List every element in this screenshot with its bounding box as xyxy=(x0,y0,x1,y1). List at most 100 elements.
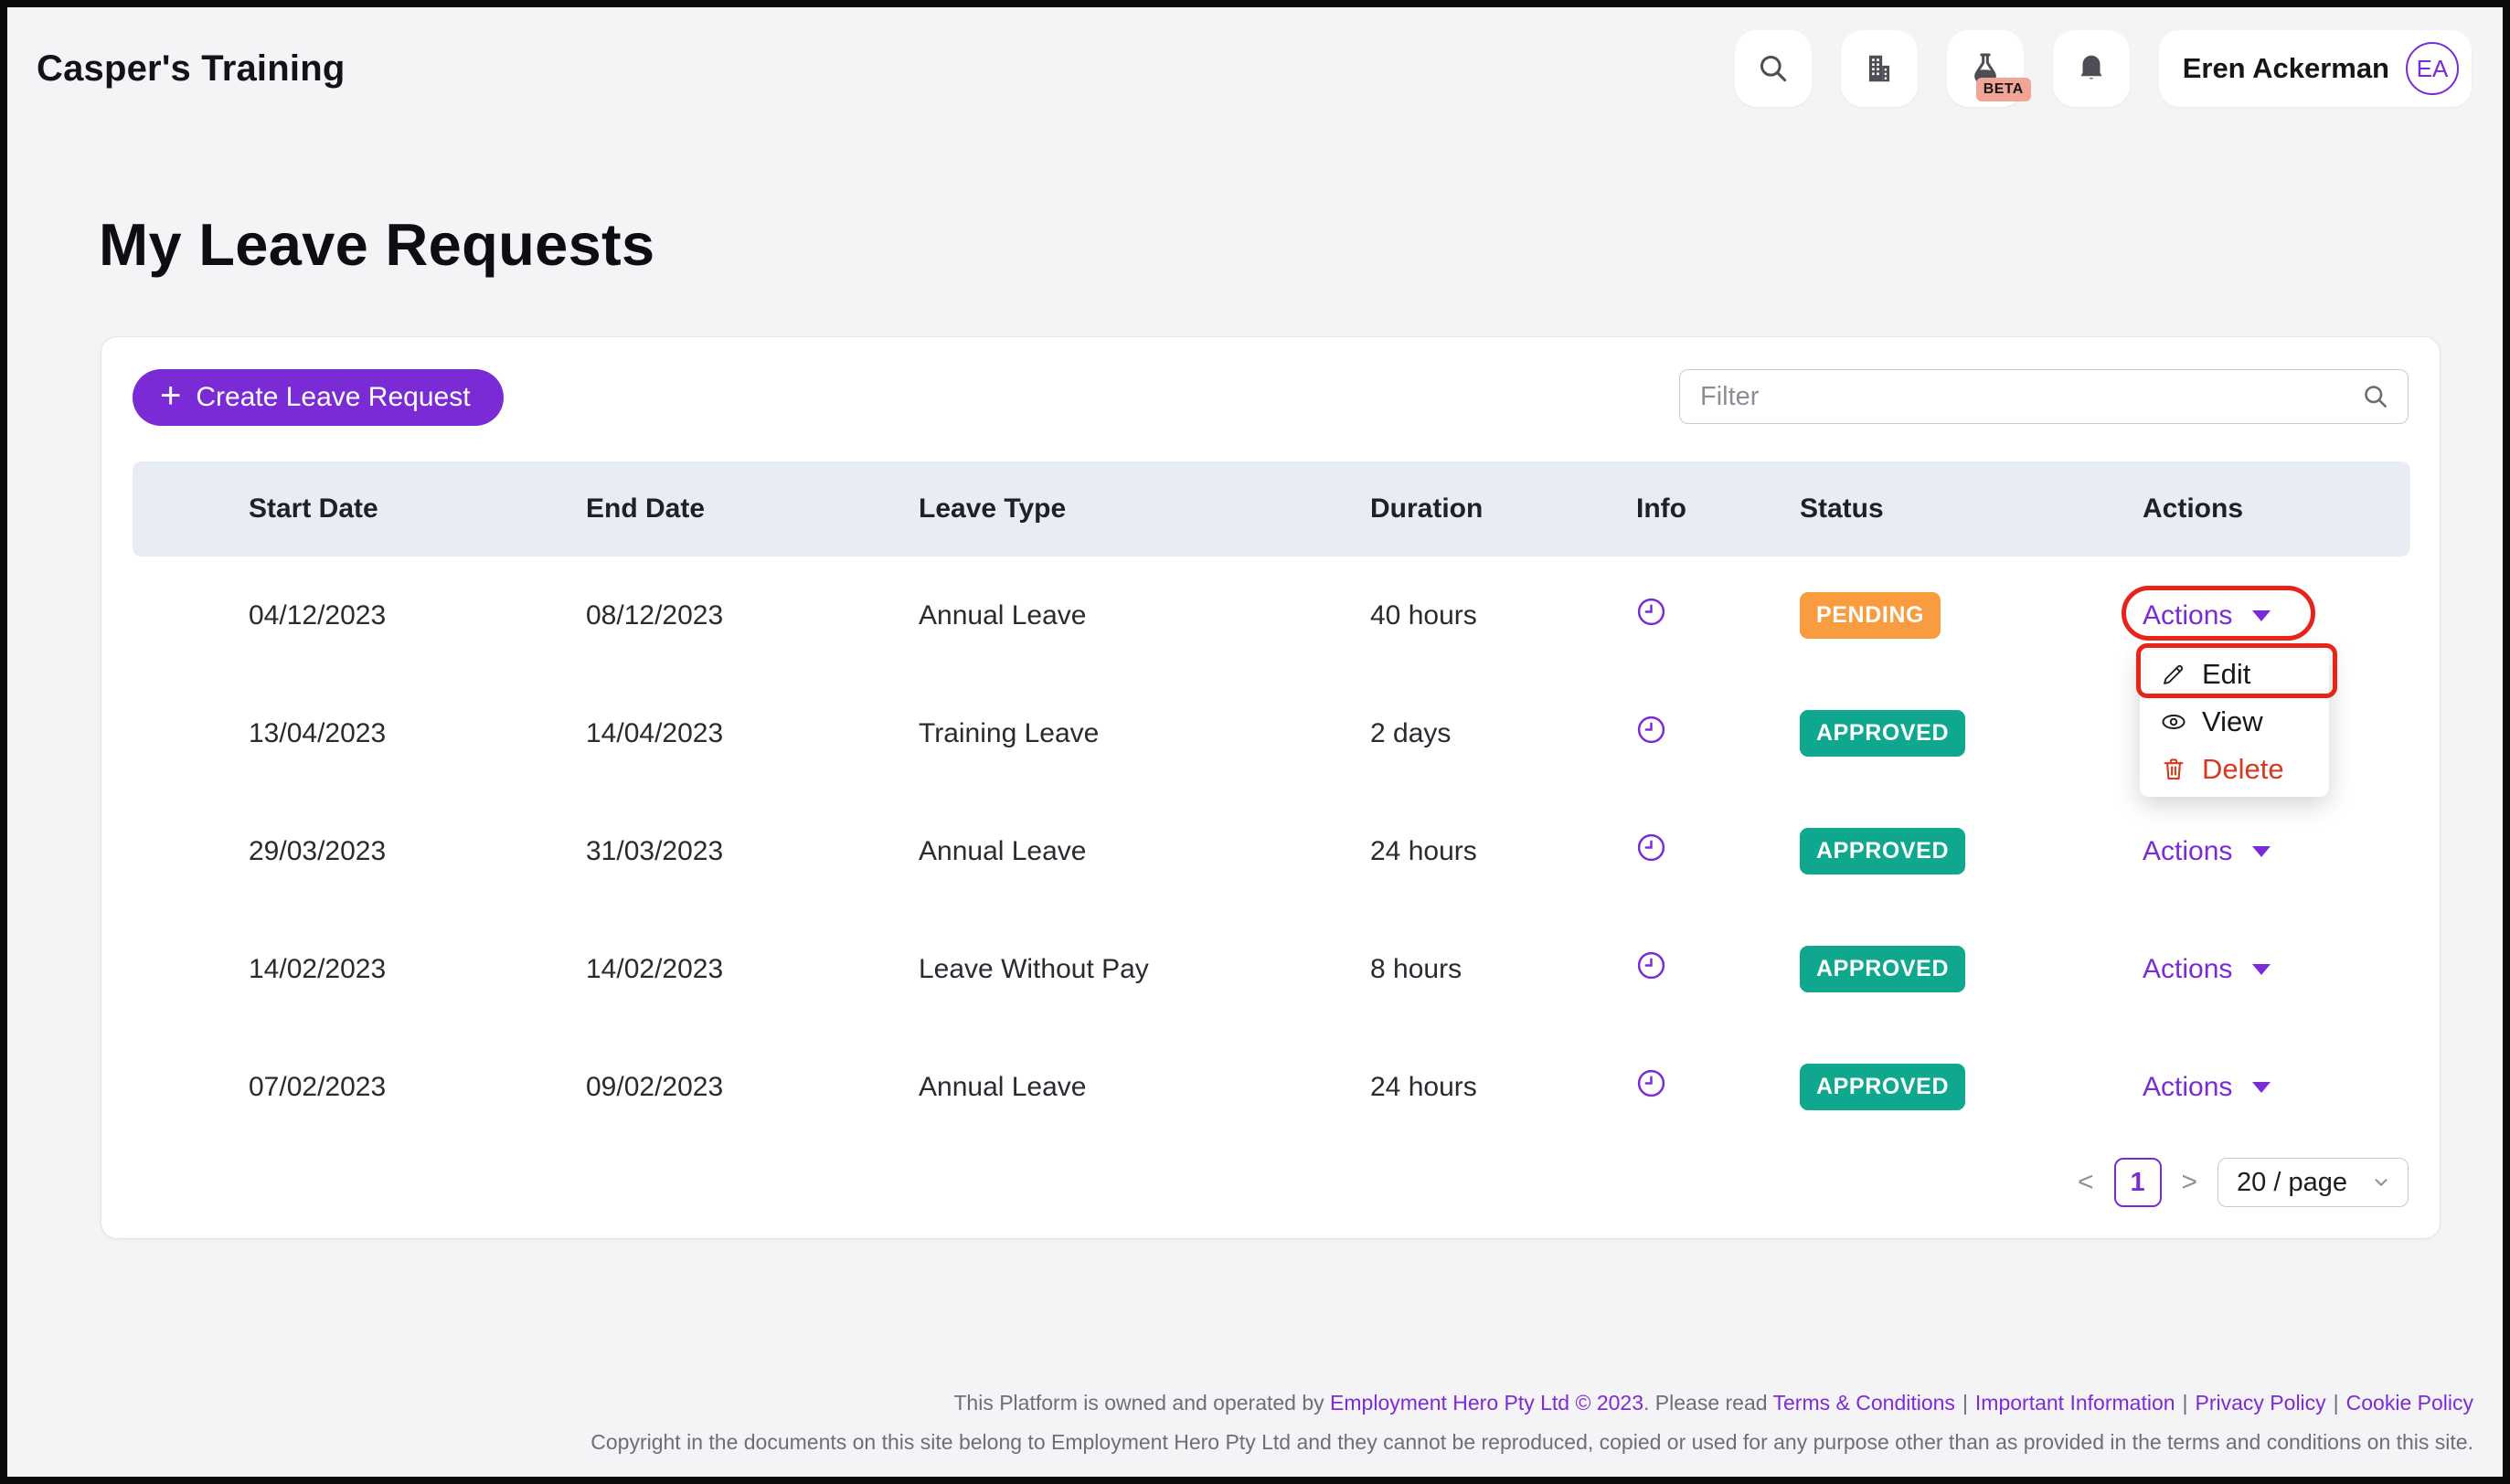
status-badge: APPROVED xyxy=(1800,710,1965,757)
column-header-status: Status xyxy=(1800,493,2143,525)
cell-duration: 2 days xyxy=(1370,718,1636,749)
chevron-down-icon xyxy=(2252,964,2271,975)
chevron-down-icon xyxy=(2371,1172,2391,1192)
user-menu[interactable]: Eren Ackerman EA xyxy=(2159,30,2472,107)
status-badge: APPROVED xyxy=(1800,946,1965,992)
clock-icon xyxy=(1636,832,1666,863)
info-button[interactable] xyxy=(1636,832,1666,863)
filter-search-icon xyxy=(2361,382,2390,411)
edit-menu-item[interactable]: Edit xyxy=(2140,651,2329,698)
table-row: 14/02/2023 14/02/2023 Leave Without Pay … xyxy=(133,910,2410,1028)
previous-page-button[interactable]: < xyxy=(2074,1167,2098,1198)
actions-label: Actions xyxy=(2143,954,2232,985)
privacy-policy-link[interactable]: Privacy Policy xyxy=(2196,1391,2326,1415)
cell-end-date: 31/03/2023 xyxy=(586,836,919,867)
info-button[interactable] xyxy=(1636,715,1666,745)
footer-text: . Please read xyxy=(1643,1391,1773,1415)
info-button[interactable] xyxy=(1636,1068,1666,1098)
clock-icon xyxy=(1636,1068,1666,1098)
create-leave-request-button[interactable]: + Create Leave Request xyxy=(133,369,504,426)
cell-start-date: 07/02/2023 xyxy=(249,1072,586,1103)
table-header: Start Date End Date Leave Type Duration … xyxy=(133,461,2410,556)
cell-duration: 24 hours xyxy=(1370,836,1636,867)
filter-input[interactable] xyxy=(1679,369,2409,424)
cell-end-date: 08/12/2023 xyxy=(586,600,919,631)
separator: | xyxy=(1962,1391,1968,1415)
actions-dropdown-button[interactable]: Actions xyxy=(2143,600,2271,631)
clock-icon xyxy=(1636,597,1666,627)
view-menu-label: View xyxy=(2202,705,2263,738)
app-title: Casper's Training xyxy=(37,48,345,90)
cell-leave-type: Training Leave xyxy=(919,718,1370,749)
actions-dropdown-button[interactable]: Actions xyxy=(2143,1072,2271,1103)
cookie-policy-link[interactable]: Cookie Policy xyxy=(2346,1391,2473,1415)
page-size-select[interactable]: 20 / page xyxy=(2218,1158,2409,1207)
cell-start-date: 04/12/2023 xyxy=(249,600,586,631)
trash-icon xyxy=(2160,756,2187,783)
separator: | xyxy=(2183,1391,2188,1415)
actions-label: Actions xyxy=(2143,600,2232,631)
column-header-duration: Duration xyxy=(1370,493,1636,525)
delete-menu-label: Delete xyxy=(2202,753,2284,786)
delete-menu-item[interactable]: Delete xyxy=(2140,746,2329,793)
search-button[interactable] xyxy=(1735,30,1812,107)
cell-end-date: 14/02/2023 xyxy=(586,954,919,985)
pencil-icon xyxy=(2160,661,2187,688)
info-button[interactable] xyxy=(1636,597,1666,627)
building-icon xyxy=(1862,51,1897,86)
chevron-down-icon xyxy=(2252,846,2271,857)
beta-badge: BETA xyxy=(1976,78,2031,101)
status-badge: PENDING xyxy=(1800,592,1941,639)
top-bar-actions: BETA Eren Ackerman EA xyxy=(1735,30,2472,107)
cell-start-date: 13/04/2023 xyxy=(249,718,586,749)
cell-duration: 40 hours xyxy=(1370,600,1636,631)
cell-duration: 8 hours xyxy=(1370,954,1636,985)
next-page-button[interactable]: > xyxy=(2178,1167,2202,1198)
table-row: 07/02/2023 09/02/2023 Annual Leave 24 ho… xyxy=(133,1028,2410,1146)
beta-features-button[interactable]: BETA xyxy=(1947,30,2024,107)
user-initials: EA xyxy=(2417,55,2449,83)
cell-end-date: 14/04/2023 xyxy=(586,718,919,749)
terms-link[interactable]: Terms & Conditions xyxy=(1773,1391,1955,1415)
table-row: 29/03/2023 31/03/2023 Annual Leave 24 ho… xyxy=(133,792,2410,910)
clock-icon xyxy=(1636,715,1666,745)
actions-dropdown-button[interactable]: Actions xyxy=(2143,836,2271,867)
cell-start-date: 14/02/2023 xyxy=(249,954,586,985)
notifications-button[interactable] xyxy=(2053,30,2130,107)
view-menu-item[interactable]: View xyxy=(2140,698,2329,746)
current-page-button[interactable]: 1 xyxy=(2114,1158,2162,1207)
footer-text: This Platform is owned and operated by xyxy=(953,1391,1330,1415)
bell-icon xyxy=(2074,51,2109,86)
leave-requests-card: + Create Leave Request Start Date End Da… xyxy=(101,336,2441,1239)
important-information-link[interactable]: Important Information xyxy=(1975,1391,2175,1415)
actions-dropdown-button[interactable]: Actions xyxy=(2143,954,2271,985)
actions-dropdown-menu: Edit View Delete xyxy=(2140,647,2329,797)
cell-leave-type: Annual Leave xyxy=(919,600,1370,631)
cell-duration: 24 hours xyxy=(1370,1072,1636,1103)
column-header-end-date: End Date xyxy=(586,493,919,525)
actions-label: Actions xyxy=(2143,1072,2232,1103)
footer: This Platform is owned and operated by E… xyxy=(590,1393,2473,1453)
cell-start-date: 29/03/2023 xyxy=(249,836,586,867)
footer-line-2: Copyright in the documents on this site … xyxy=(590,1432,2473,1453)
user-name: Eren Ackerman xyxy=(2183,52,2389,85)
company-link[interactable]: Employment Hero Pty Ltd © 2023 xyxy=(1330,1391,1643,1415)
organisation-button[interactable] xyxy=(1841,30,1918,107)
search-icon xyxy=(1756,51,1791,86)
clock-icon xyxy=(1636,950,1666,980)
app-window: Casper's Training BETA Eren Ackerman EA … xyxy=(0,0,2510,1484)
column-header-actions: Actions xyxy=(2143,493,2410,525)
cell-leave-type: Leave Without Pay xyxy=(919,954,1370,985)
status-badge: APPROVED xyxy=(1800,828,1965,874)
footer-line-1: This Platform is owned and operated by E… xyxy=(590,1393,2473,1414)
column-header-info: Info xyxy=(1636,493,1800,525)
create-leave-request-label: Create Leave Request xyxy=(196,382,470,413)
avatar: EA xyxy=(2406,42,2459,95)
edit-menu-label: Edit xyxy=(2202,658,2250,691)
separator: | xyxy=(2334,1391,2339,1415)
info-button[interactable] xyxy=(1636,950,1666,980)
actions-label: Actions xyxy=(2143,836,2232,867)
page-size-label: 20 / page xyxy=(2237,1168,2347,1198)
table-row: 13/04/2023 14/04/2023 Training Leave 2 d… xyxy=(133,674,2410,792)
cell-leave-type: Annual Leave xyxy=(919,836,1370,867)
